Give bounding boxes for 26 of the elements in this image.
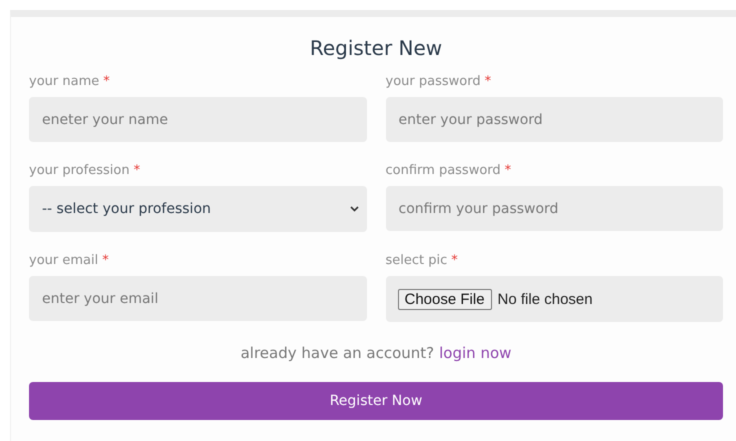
required-mark: *: [134, 163, 140, 178]
field-label: confirm password: [386, 163, 501, 178]
field-label: your email: [29, 253, 98, 268]
field-label: select pic: [386, 253, 448, 268]
required-mark: *: [103, 74, 110, 89]
input-field[interactable]: confirm your password: [386, 186, 723, 231]
required-mark: *: [102, 253, 109, 268]
file-status: No file chosen: [498, 290, 593, 308]
select-value: -- select your profession: [42, 201, 211, 217]
field-label: your name: [29, 74, 100, 89]
choose-file-button[interactable]: Choose File: [398, 288, 492, 310]
caret-icon: [350, 206, 358, 212]
login-link[interactable]: login now: [439, 344, 512, 362]
input-field[interactable]: enter your password: [386, 97, 723, 142]
required-mark: *: [504, 163, 512, 178]
register-button[interactable]: Register Now: [29, 382, 723, 420]
file-input[interactable]: Choose File No file chosen: [386, 276, 723, 322]
profession-select[interactable]: -- select your profession: [29, 186, 366, 232]
required-mark: *: [451, 253, 458, 268]
field-label: your password: [386, 74, 481, 89]
input-field[interactable]: eneter your name: [29, 97, 366, 142]
field-label: your profession: [29, 163, 130, 178]
form-title: Register New: [308, 36, 444, 60]
input-field[interactable]: enter your email: [29, 276, 366, 321]
login-prompt: already have an account?: [240, 344, 434, 362]
required-mark: *: [484, 74, 492, 89]
